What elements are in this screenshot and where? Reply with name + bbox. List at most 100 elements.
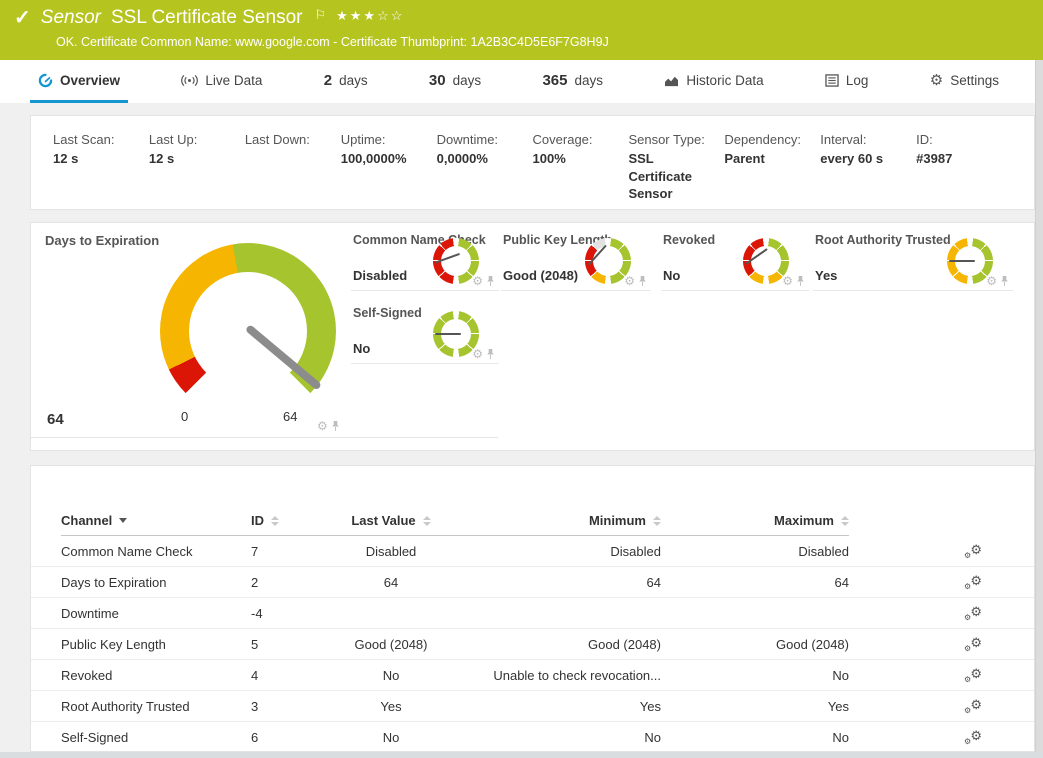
table-header-row: Channel ID Last Value Minimum Maximum — [31, 506, 1034, 536]
sensor-status-header: ✓ Sensor SSL Certificate Sensor ⚐ ★★★☆☆ … — [0, 0, 1043, 60]
sort-desc-icon — [119, 518, 127, 523]
info-sensor-type: Sensor Type: SSL Certificate Sensor — [628, 132, 718, 193]
tab-settings[interactable]: ⚙ Settings — [922, 60, 1007, 103]
gauge-pin-icon[interactable] — [331, 420, 340, 432]
gauge-pin-icon[interactable] — [1000, 275, 1009, 287]
info-label: Uptime: — [341, 132, 431, 147]
info-label: Last Scan: — [53, 132, 143, 147]
tab-live-data[interactable]: Live Data — [173, 60, 270, 103]
cell-maximum: 64 — [661, 575, 849, 590]
gauge-value: No — [353, 341, 370, 356]
info-value: 0,0000% — [437, 150, 527, 168]
sort-toggle-icon — [271, 516, 279, 526]
tab-30-days[interactable]: 30 days — [421, 60, 489, 103]
gauge-title: Root Authority Trusted — [815, 233, 951, 247]
cell-maximum: Yes — [661, 699, 849, 714]
cell-channel: Root Authority Trusted — [61, 699, 251, 714]
gauge-settings-gear-icon[interactable]: ⚙ — [472, 275, 483, 287]
priority-stars[interactable]: ★★★☆☆ — [336, 8, 404, 24]
channels-table: Channel ID Last Value Minimum Maximum — [31, 466, 1034, 753]
column-header-last-value[interactable]: Last Value — [301, 506, 481, 536]
table-row: Days to Expiration 2 64 64 64 ⚙⚙ — [31, 567, 1034, 598]
cell-maximum: Good (2048) — [661, 637, 849, 652]
column-header-channel[interactable]: Channel — [61, 506, 251, 536]
tab-label: Log — [846, 73, 869, 88]
tab-log[interactable]: Log — [817, 60, 877, 103]
gauge-settings-gear-icon[interactable]: ⚙ — [986, 275, 997, 287]
info-label: Last Down: — [245, 132, 335, 147]
tab-day-count: 30 — [429, 72, 446, 89]
info-label: Last Up: — [149, 132, 239, 147]
column-label: Maximum — [774, 513, 834, 528]
tab-overview[interactable]: Overview — [30, 60, 128, 103]
cell-minimum: 64 — [481, 575, 661, 590]
channel-settings-icon[interactable]: ⚙⚙ — [964, 667, 982, 683]
column-header-maximum[interactable]: Maximum — [661, 506, 849, 536]
cell-id: 5 — [251, 637, 301, 652]
table-row: Self-Signed 6 No No No ⚙⚙ — [31, 722, 1034, 753]
channel-settings-icon[interactable]: ⚙⚙ — [964, 636, 982, 652]
gauge-settings-gear-icon[interactable]: ⚙ — [782, 275, 793, 287]
gauge-pin-icon[interactable] — [486, 275, 495, 287]
gauge-public-key-length: Public Key Length Good (2048) ⚙ — [501, 223, 651, 291]
tab-2-days[interactable]: 2 days — [316, 60, 376, 103]
tab-365-days[interactable]: 365 days — [534, 60, 611, 103]
cell-channel: Revoked — [61, 668, 251, 683]
column-header-id[interactable]: ID — [251, 506, 301, 536]
channel-settings-icon[interactable]: ⚙⚙ — [964, 605, 982, 621]
gauge-settings-gear-icon[interactable]: ⚙ — [472, 348, 483, 360]
gauge-settings-gear-icon[interactable]: ⚙ — [317, 420, 328, 432]
info-value: Parent — [724, 150, 814, 168]
sort-toggle-icon — [653, 516, 661, 526]
info-label: Sensor Type: — [628, 132, 718, 147]
gauge-needle — [435, 333, 461, 335]
cell-id: 7 — [251, 544, 301, 559]
info-last-down: Last Down: — [245, 132, 335, 193]
info-value: SSL Certificate Sensor — [628, 150, 718, 203]
cell-last-value: No — [301, 668, 481, 683]
cell-channel: Downtime — [61, 606, 251, 621]
column-header-minimum[interactable]: Minimum — [481, 506, 661, 536]
table-row: Public Key Length 5 Good (2048) Good (20… — [31, 629, 1034, 660]
vertical-scrollbar[interactable] — [1035, 60, 1043, 758]
gauge-pin-icon[interactable] — [638, 275, 647, 287]
channel-settings-icon[interactable]: ⚙⚙ — [964, 698, 982, 714]
sort-toggle-icon — [423, 516, 431, 526]
cell-maximum: No — [661, 730, 849, 745]
channels-panel: Channel ID Last Value Minimum Maximum — [30, 465, 1035, 752]
channel-settings-icon[interactable]: ⚙⚙ — [964, 574, 982, 590]
cell-maximum: No — [661, 668, 849, 683]
horizontal-scrollbar[interactable] — [0, 752, 1043, 758]
sort-toggle-icon — [841, 516, 849, 526]
chart-icon — [664, 74, 679, 87]
gauge-settings-gear-icon[interactable]: ⚙ — [624, 275, 635, 287]
live-signal-icon — [181, 74, 198, 87]
info-label: Dependency: — [724, 132, 814, 147]
tab-historic-data[interactable]: Historic Data — [656, 60, 771, 103]
info-value: 12 s — [149, 150, 239, 168]
gauge-value: Good (2048) — [503, 268, 578, 283]
channel-settings-icon[interactable]: ⚙⚙ — [964, 729, 982, 745]
cell-minimum: Good (2048) — [481, 637, 661, 652]
column-header-actions — [849, 506, 1034, 536]
column-label: Minimum — [589, 513, 646, 528]
info-label: Downtime: — [437, 132, 527, 147]
gauge-title: Revoked — [663, 233, 715, 247]
table-row: Common Name Check 7 Disabled Disabled Di… — [31, 536, 1034, 567]
flag-icon[interactable]: ⚐ — [314, 7, 326, 23]
gauge-value: Disabled — [353, 268, 407, 283]
info-value: 12 s — [53, 150, 143, 168]
status-ok-check-icon: ✓ — [14, 8, 31, 28]
cell-minimum: Unable to check revocation... — [481, 668, 661, 683]
gauge-needle — [949, 260, 975, 262]
cell-channel: Public Key Length — [61, 637, 251, 652]
gauge-pin-icon[interactable] — [486, 348, 495, 360]
info-label: Interval: — [820, 132, 910, 147]
gauge-pin-icon[interactable] — [796, 275, 805, 287]
info-coverage: Coverage: 100% — [533, 132, 623, 193]
gauge-title: Days to Expiration — [45, 233, 159, 248]
channel-settings-icon[interactable]: ⚙⚙ — [964, 543, 982, 559]
gauge-value: 64 — [47, 411, 64, 428]
info-label: Coverage: — [533, 132, 623, 147]
column-label: Channel — [61, 513, 112, 528]
